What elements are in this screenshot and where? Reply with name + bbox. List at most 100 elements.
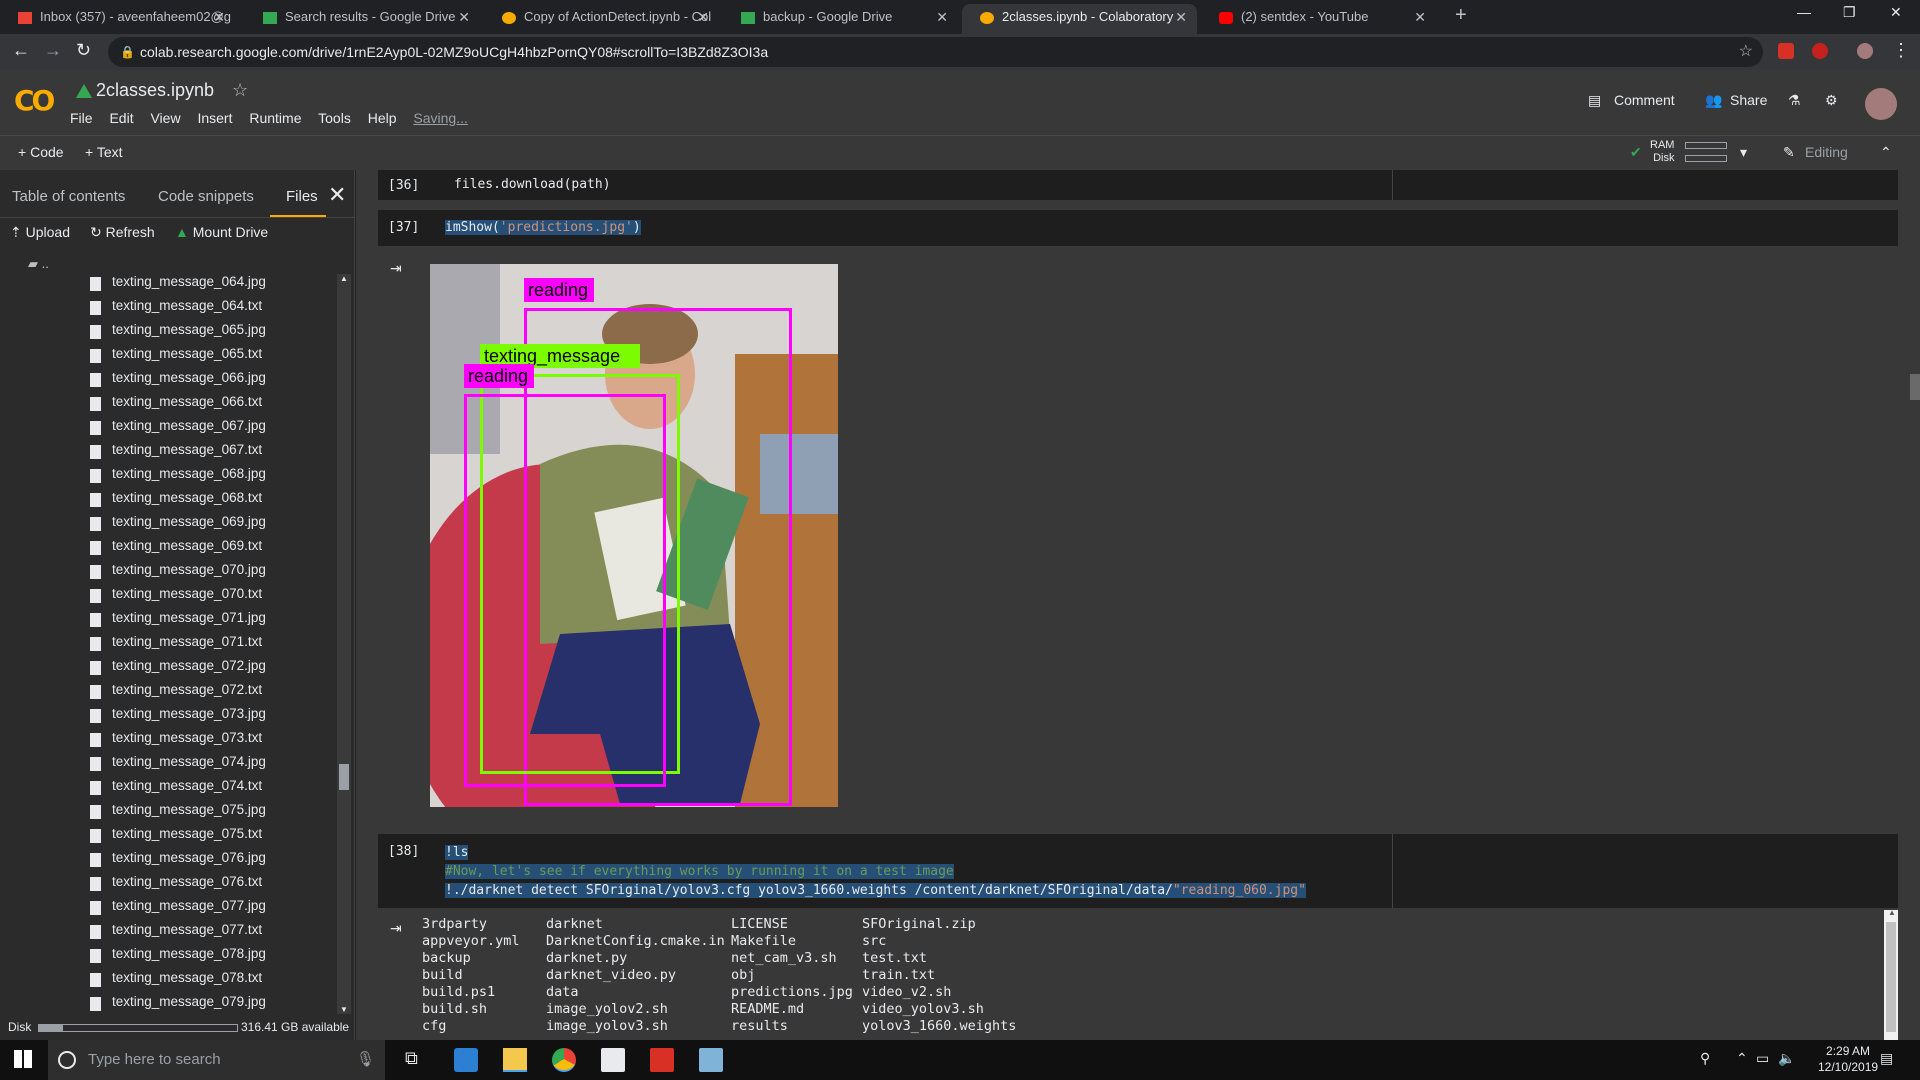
cell-code[interactable]: !ls #Now, let's see if everything works b… [445,843,1306,900]
collapse-header-icon[interactable]: ⌃ [1880,144,1892,161]
code-cell-38[interactable]: [38] !ls #Now, let's see if everything wo… [378,834,1898,908]
chrome-icon[interactable] [552,1048,576,1072]
tab-close-icon[interactable]: ✕ [697,4,709,30]
file-icon [90,349,101,363]
chrome-menu-icon[interactable]: ⋮ [1892,40,1910,61]
user-avatar[interactable] [1865,88,1897,120]
file-icon [90,757,101,771]
new-tab-icon[interactable]: + [1455,4,1467,27]
mail-icon[interactable] [601,1048,625,1072]
output-scrollbar[interactable]: ▲ [1884,908,1898,1040]
notifications-icon[interactable]: ▤ [1880,1050,1893,1067]
notebook-title[interactable]: 2classes.ipynb [96,80,214,101]
tab-close-icon[interactable]: ✕ [1414,4,1426,30]
tab-close-icon[interactable]: ✕ [936,4,948,30]
scroll-up-icon[interactable]: ▲ [1888,908,1896,917]
minimize-icon[interactable]: — [1797,4,1811,20]
pencil-icon: ✎ [1783,144,1795,160]
tab-close-icon[interactable]: ✕ [458,4,470,30]
menu-edit[interactable]: Edit [109,110,133,126]
bookmark-star-icon[interactable]: ☆ [1739,37,1753,67]
star-icon[interactable]: ☆ [232,80,248,101]
menu-tools[interactable]: Tools [318,110,351,126]
editing-mode[interactable]: Editing [1805,144,1848,160]
refresh-button[interactable]: ↻ Refresh [90,224,155,241]
saving-status[interactable]: Saving... [413,110,467,126]
output-icon[interactable]: ⇥ [390,260,402,277]
file-icon [90,301,101,315]
tab-files[interactable]: Files [286,188,318,205]
tab-close-icon[interactable]: ✕ [213,4,225,30]
reload-icon[interactable]: ↻ [76,40,91,61]
add-text-button[interactable]: + Text [85,144,123,160]
code-cell-36[interactable]: [36] files.download(path) [378,170,1898,200]
notebook-scroll-thumb[interactable] [1910,374,1920,400]
browser-tab-gmail[interactable]: Inbox (357) - aveenfaheem02@g ✕ [0,4,235,34]
flask-icon[interactable]: ⚗ [1788,92,1801,109]
output-scroll-thumb[interactable] [1886,922,1896,1032]
sidebar-scroll-thumb[interactable] [339,764,349,790]
cell-code[interactable]: imShow('predictions.jpg') [445,220,641,235]
sidebar-scrollbar[interactable]: ▲ ▼ [337,274,351,1014]
menu-bar: File Edit View Insert Runtime Tools Help… [70,110,481,126]
browser-tab-drive-backup[interactable]: backup - Google Drive ✕ [723,4,958,34]
acrobat-icon[interactable] [650,1048,674,1072]
menu-view[interactable]: View [150,110,180,126]
tab-close-icon[interactable]: ✕ [1175,4,1187,30]
scroll-up-icon[interactable]: ▲ [340,274,348,283]
taskbar-clock[interactable]: 2:29 AM 12/10/2019 [1818,1043,1878,1075]
people-icon[interactable]: ⚲ [1700,1050,1710,1067]
google-drive-icon [741,12,755,24]
file-icon [90,709,101,723]
network-icon[interactable]: ▭ [1756,1050,1769,1067]
menu-file[interactable]: File [70,110,93,126]
colab-logo[interactable]: CO [14,84,55,117]
tray-chevron-icon[interactable]: ⌃ [1736,1050,1748,1067]
tab-table-of-contents[interactable]: Table of contents [12,188,125,205]
url-text: colab.research.google.com/drive/1rnE2Ayp… [140,44,769,60]
file-icon [90,661,101,675]
taskbar-search[interactable]: Type here to search 🎙 [48,1040,385,1080]
settings-gear-icon[interactable]: ⚙ [1825,92,1838,109]
file-name: texting_message_077.txt [112,922,263,937]
execution-count: [38] [388,844,420,859]
forward-arrow-icon[interactable]: → [44,40,62,61]
mount-drive-button[interactable]: ▲ Mount Drive [175,224,268,240]
browser-tab-colab-active[interactable]: 2classes.ipynb - Colaboratory ✕ [962,4,1197,34]
maximize-icon[interactable]: ❐ [1843,4,1856,21]
share-button[interactable]: Share [1730,92,1767,108]
output-icon[interactable]: ⇥ [390,920,402,937]
tab-code-snippets[interactable]: Code snippets [158,188,254,205]
add-code-button[interactable]: + Code [18,144,64,160]
upload-button[interactable]: ⇡ Upload [10,224,70,241]
browser-tab-drive-search[interactable]: Search results - Google Drive ✕ [245,4,480,34]
menu-help[interactable]: Help [368,110,397,126]
window-close-icon[interactable]: ✕ [1890,4,1902,21]
resource-dropdown-icon[interactable]: ▾ [1740,144,1747,161]
extension-icon[interactable] [1812,43,1828,59]
windows-start-icon[interactable] [14,1050,32,1068]
resource-monitor[interactable]: RAM Disk [1650,139,1674,165]
store-icon[interactable] [454,1048,478,1072]
menu-insert[interactable]: Insert [197,110,232,126]
scroll-down-icon[interactable]: ▼ [340,1005,348,1014]
browser-tab-youtube[interactable]: (2) sentdex - YouTube ✕ [1201,4,1436,34]
volume-icon[interactable]: 🔈 [1778,1050,1795,1067]
bbox-reading-2 [464,394,666,787]
url-input[interactable]: 🔒 colab.research.google.com/drive/1rnE2A… [108,37,1763,67]
microphone-icon[interactable]: 🎙 [356,1040,375,1080]
sidebar-close-icon[interactable]: ✕ [328,182,346,208]
task-view-icon[interactable]: ⧉ [405,1048,429,1072]
file-icon [90,397,101,411]
app-icon[interactable] [699,1048,723,1072]
profile-avatar-icon[interactable] [1857,43,1873,59]
menu-runtime[interactable]: Runtime [249,110,301,126]
cell-code[interactable]: files.download(path) [454,177,611,192]
pdf-extension-icon[interactable] [1778,43,1794,59]
parent-directory[interactable]: ▰ .. [28,256,49,272]
code-cell-37[interactable]: [37] imShow('predictions.jpg') [378,210,1898,246]
comment-button[interactable]: Comment [1614,92,1675,108]
back-arrow-icon[interactable]: ← [12,40,30,61]
browser-tab-colab-copy[interactable]: Copy of ActionDetect.ipynb - Col ✕ [484,4,719,34]
file-explorer-icon[interactable] [503,1048,527,1072]
